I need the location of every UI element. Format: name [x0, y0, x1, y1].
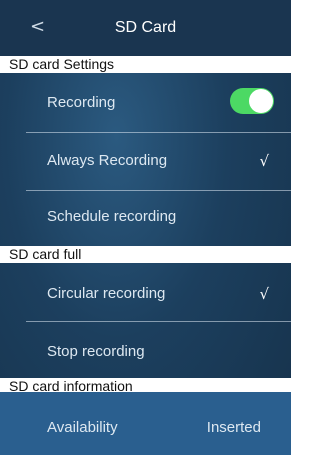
- stop-recording-row[interactable]: Stop recording: [0, 322, 291, 378]
- always-recording-label: Always Recording: [47, 152, 168, 169]
- checkmark-icon: √: [259, 285, 269, 303]
- section-header-full: SD card full: [0, 246, 291, 263]
- always-recording-row[interactable]: Always Recording √: [0, 133, 291, 190]
- availability-value: Inserted: [206, 419, 261, 436]
- schedule-recording-row[interactable]: Schedule recording: [0, 191, 291, 246]
- circular-recording-label: Circular recording: [47, 285, 166, 302]
- sd-card-screen: < SD Card SD card Settings Recording Alw…: [0, 0, 291, 455]
- availability-row: Availability Inserted: [0, 395, 291, 455]
- toggle-knob: [249, 89, 273, 113]
- checkmark-icon: √: [259, 152, 269, 170]
- section-header-settings: SD card Settings: [0, 56, 291, 73]
- availability-label: Availability: [47, 419, 118, 436]
- stop-recording-label: Stop recording: [47, 343, 145, 360]
- schedule-recording-label: Schedule recording: [47, 208, 177, 225]
- recording-toggle[interactable]: [230, 88, 274, 114]
- page-title: SD Card: [114, 19, 177, 36]
- circular-recording-row[interactable]: Circular recording √: [0, 263, 291, 321]
- recording-label: Recording: [47, 94, 116, 111]
- top-bar: < SD Card: [0, 0, 291, 56]
